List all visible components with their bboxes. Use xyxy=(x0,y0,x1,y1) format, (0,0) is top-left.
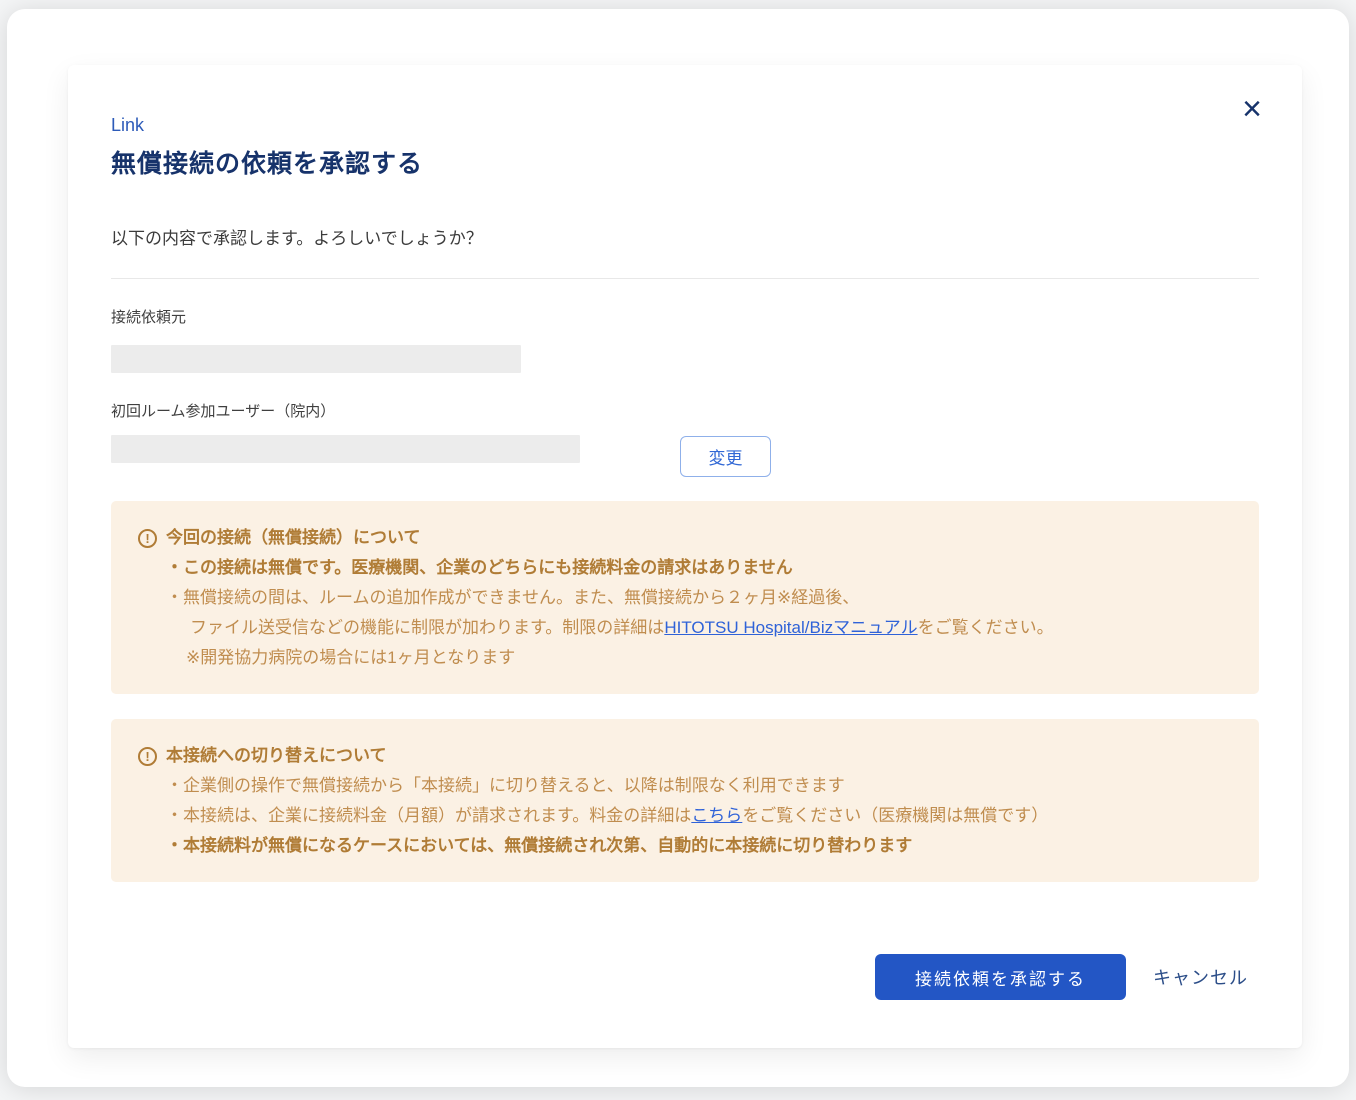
notice-free-connection: ! 今回の接続（無償接続）について ・この接続は無償です。医療機関、企業のどちら… xyxy=(111,501,1259,694)
initial-room-user-row: 変更 xyxy=(111,435,1259,477)
close-icon[interactable]: × xyxy=(1232,89,1272,129)
field-value-initial-room-user xyxy=(111,435,580,463)
notice-line: ・企業側の操作で無償接続から「本接続」に切り替えると、以降は制限なく利用できます xyxy=(166,771,1232,801)
app-window: × Link 無償接続の依頼を承認する 以下の内容で承認します。よろしいでしょう… xyxy=(7,9,1349,1087)
dialog-title: 無償接続の依頼を承認する xyxy=(111,144,1259,180)
notice-line: ファイル送受信などの機能に制限が加わります。制限の詳細はHITOTSU Hosp… xyxy=(190,613,1232,643)
notice-line: ・この接続は無償です。医療機関、企業のどちらにも接続料金の請求はありません xyxy=(166,553,1232,583)
cancel-button[interactable]: キャンセル xyxy=(1153,964,1248,990)
field-label-initial-room-user: 初回ルーム参加ユーザー（院内） xyxy=(111,400,1259,421)
exclamation-circle-icon: ! xyxy=(138,529,157,548)
notice-switch-to-paid: ! 本接続への切り替えについて ・企業側の操作で無償接続から「本接続」に切り替え… xyxy=(111,719,1259,882)
notice-footnote: ※開発協力病院の場合には1ヶ月となります xyxy=(186,643,1232,673)
notice-line: ・無償接続の間は、ルームの追加作成ができません。また、無償接続から２ヶ月※経過後… xyxy=(166,583,1232,613)
notice-line: ・本接続料が無償になるケースにおいては、無償接続され次第、自動的に本接続に切り替… xyxy=(166,831,1232,861)
notice-line-text: ・本接続は、企業に接続料金（月額）が請求されます。料金の詳細は xyxy=(166,806,691,825)
exclamation-circle-icon: ! xyxy=(138,747,157,766)
change-button[interactable]: 変更 xyxy=(680,436,771,477)
dialog-footer: 接続依頼を承認する キャンセル xyxy=(111,954,1259,1000)
eyebrow-label: Link xyxy=(111,65,1259,136)
field-label-request-source: 接続依頼元 xyxy=(111,306,1259,327)
field-value-request-source xyxy=(111,345,521,373)
notice-free-connection-header: ! 今回の接続（無償接続）について xyxy=(138,523,1232,553)
pricing-link[interactable]: こちら xyxy=(691,806,742,825)
notice-switch-to-paid-header: ! 本接続への切り替えについて xyxy=(138,741,1232,771)
notice-line-text: をご覧ください。 xyxy=(918,618,1054,637)
confirm-message: 以下の内容で承認します。よろしいでしょうか？ xyxy=(111,224,1259,249)
notice-line: ・本接続は、企業に接続料金（月額）が請求されます。料金の詳細はこちらをご覧くださ… xyxy=(166,801,1232,831)
manual-link[interactable]: HITOTSU Hospital/Bizマニュアル xyxy=(664,618,917,637)
notice-line-text: をご覧ください（医療機関は無償です） xyxy=(742,806,1048,825)
notice-title: 今回の接続（無償接続）について xyxy=(166,523,421,553)
approve-connection-dialog: × Link 無償接続の依頼を承認する 以下の内容で承認します。よろしいでしょう… xyxy=(68,65,1302,1048)
notice-line-text: ファイル送受信などの機能に制限が加わります。制限の詳細は xyxy=(190,618,664,637)
divider xyxy=(111,278,1259,279)
notice-title: 本接続への切り替えについて xyxy=(166,741,387,771)
approve-button[interactable]: 接続依頼を承認する xyxy=(875,954,1126,1000)
